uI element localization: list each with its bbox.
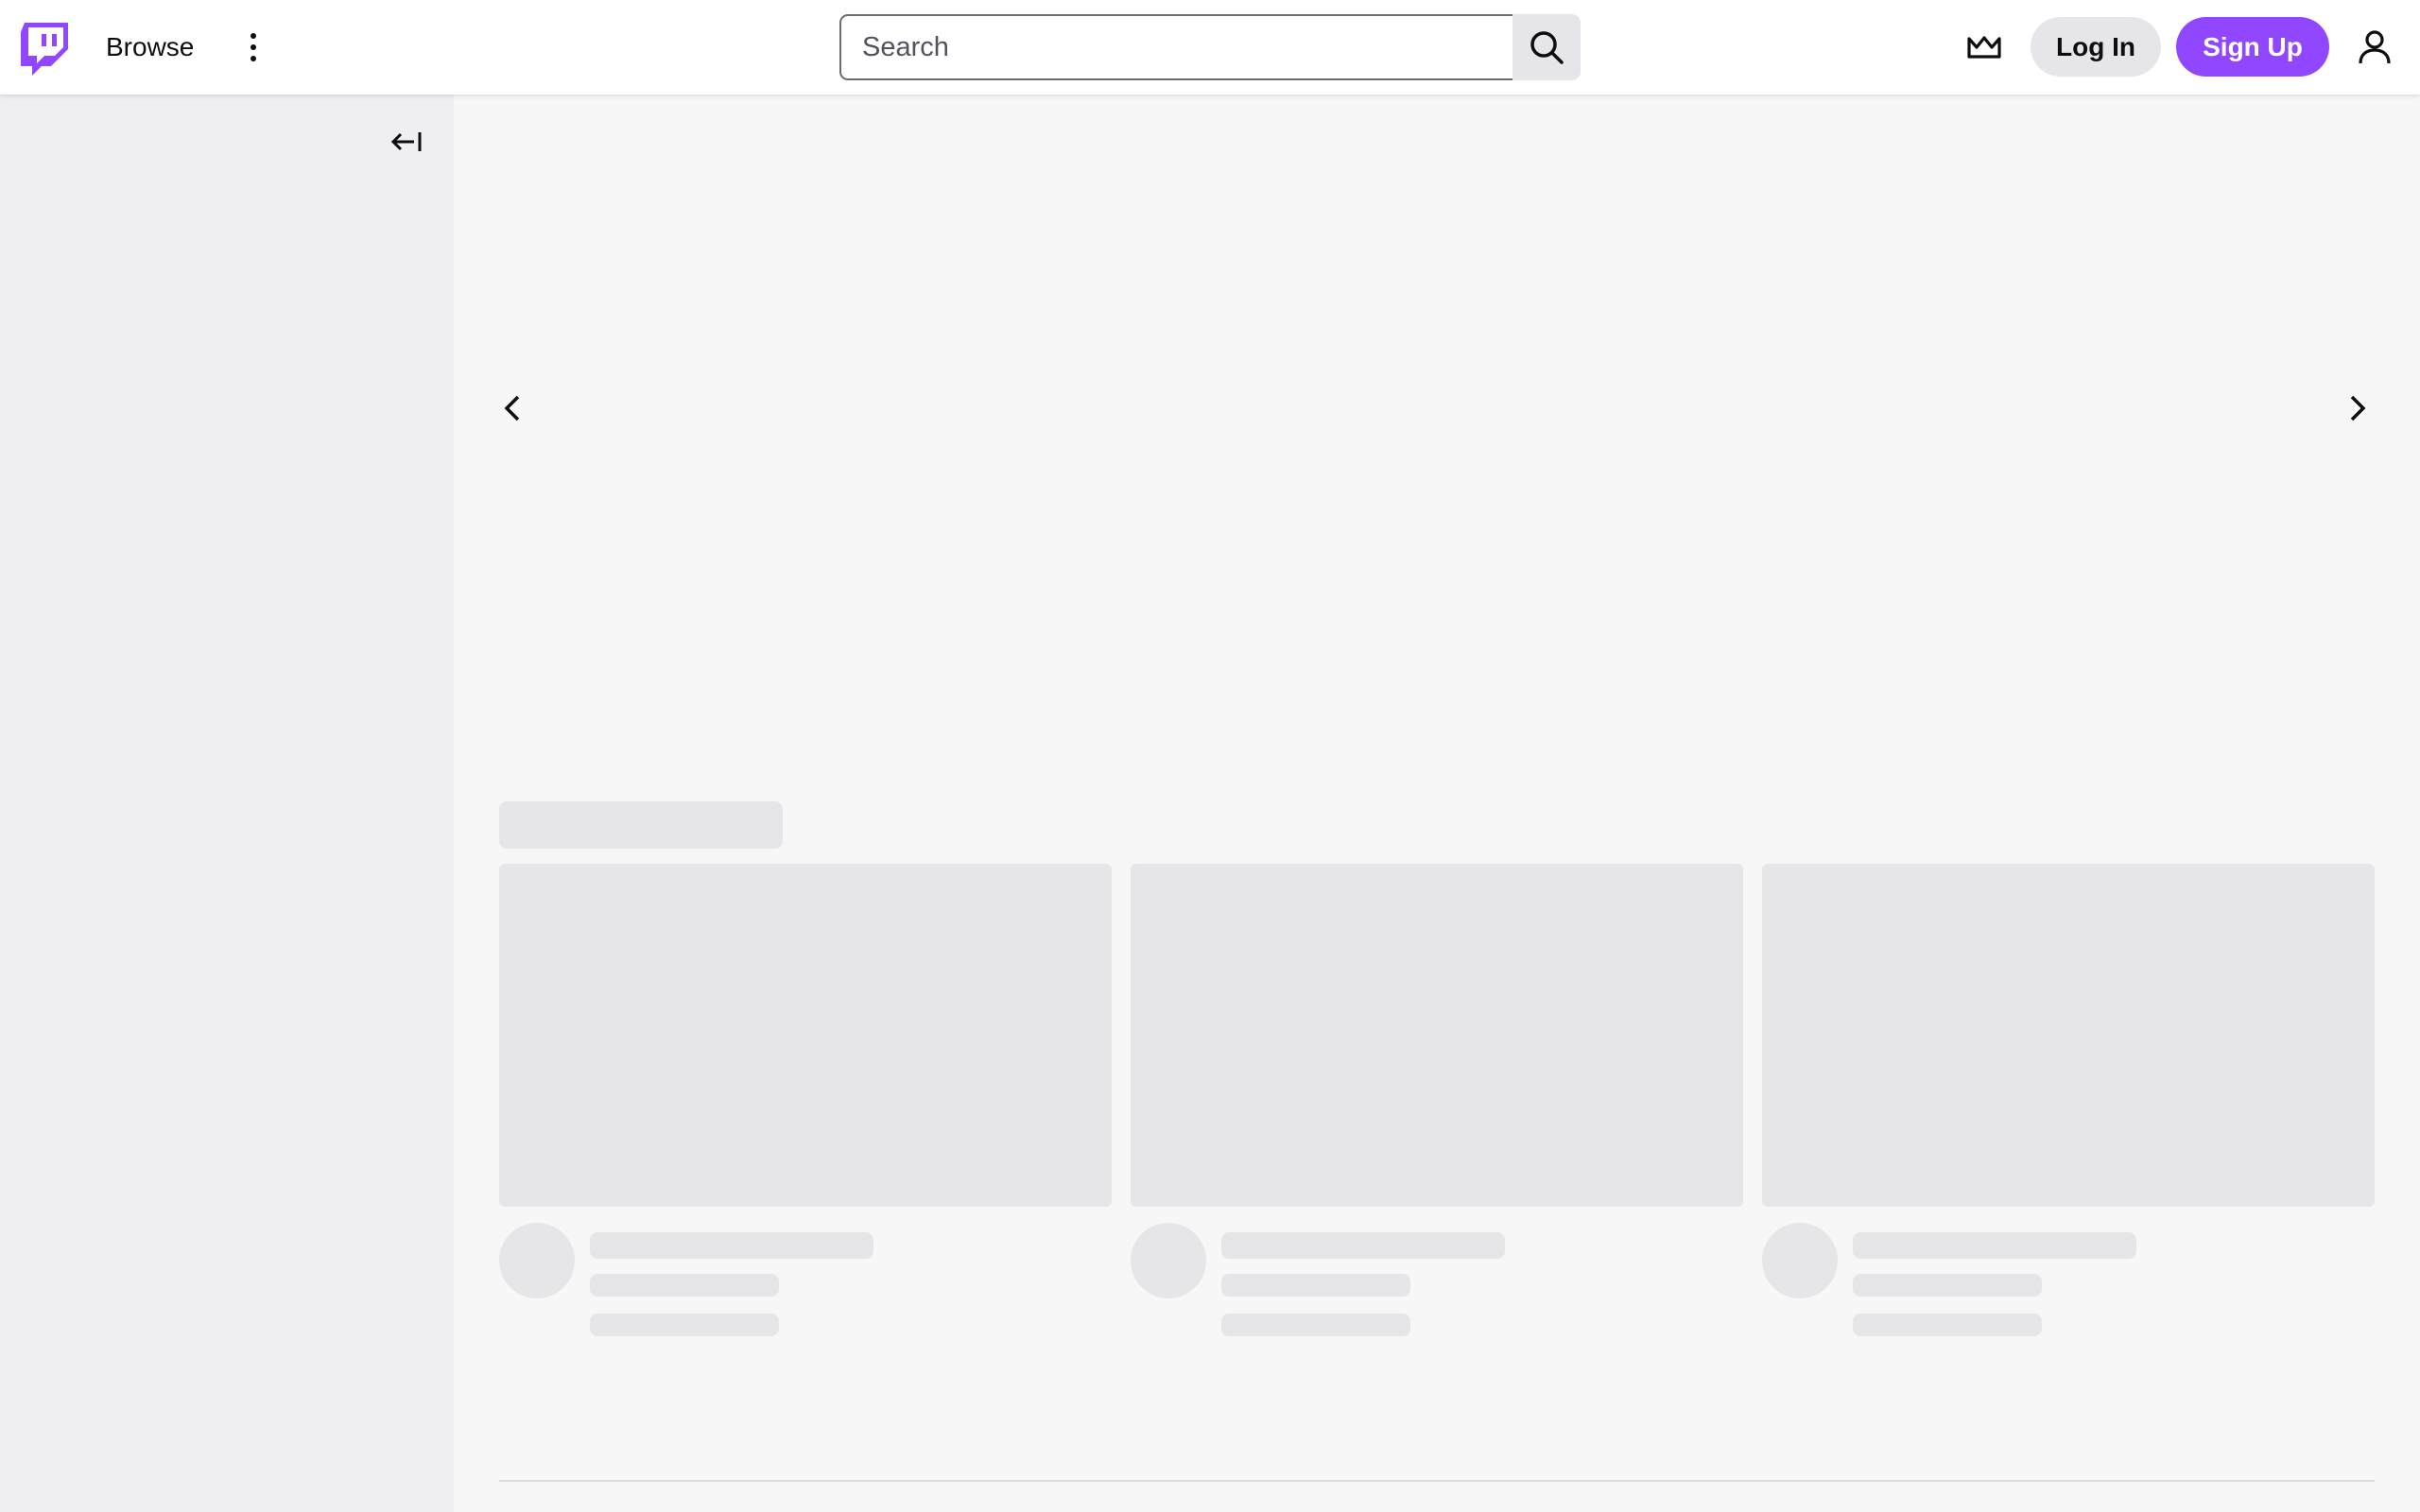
- section-divider: [499, 1480, 2375, 1482]
- stream-card-placeholder: [1131, 864, 1743, 1336]
- text-line-placeholder: [1221, 1314, 1410, 1336]
- main-content: [454, 94, 2420, 1512]
- stream-card-placeholder: [499, 864, 1112, 1336]
- avatar-placeholder: [1131, 1223, 1206, 1298]
- user-icon: [2359, 30, 2391, 64]
- search-input[interactable]: [841, 16, 1512, 78]
- search-button[interactable]: [1512, 14, 1581, 80]
- collapse-sidebar-button[interactable]: [386, 121, 427, 163]
- text-line-placeholder: [1221, 1232, 1505, 1259]
- chevron-right-icon: [2350, 395, 2366, 421]
- text-line-placeholder: [590, 1274, 779, 1297]
- text-line-placeholder: [1853, 1314, 2042, 1336]
- text-line-placeholder: [590, 1232, 873, 1259]
- browse-link[interactable]: Browse: [106, 30, 194, 64]
- stream-card-placeholder: [1762, 864, 2375, 1336]
- side-nav: [0, 94, 454, 1512]
- chevron-left-icon: [504, 395, 520, 421]
- user-menu-button[interactable]: [2354, 26, 2395, 68]
- thumbnail-placeholder: [1762, 864, 2375, 1207]
- thumbnail-placeholder: [499, 864, 1112, 1207]
- collapse-left-icon: [390, 132, 422, 151]
- search-field[interactable]: [839, 14, 1512, 80]
- text-line-placeholder: [1853, 1274, 2042, 1297]
- twitch-logo-icon[interactable]: [21, 23, 68, 76]
- text-line-placeholder: [590, 1314, 779, 1336]
- kebab-menu-icon[interactable]: [242, 28, 265, 66]
- avatar-placeholder: [499, 1223, 575, 1298]
- sign-up-button[interactable]: Sign Up: [2176, 17, 2329, 77]
- avatar-placeholder: [1762, 1223, 1838, 1298]
- text-line-placeholder: [1221, 1274, 1410, 1297]
- text-line-placeholder: [1853, 1232, 2136, 1259]
- crown-icon: [1967, 36, 2001, 59]
- carousel-next-button[interactable]: [2339, 385, 2377, 432]
- prime-crown-button[interactable]: [1964, 28, 2004, 66]
- thumbnail-placeholder: [1131, 864, 1743, 1207]
- top-nav: Browse Log In Sign Up: [0, 0, 2420, 94]
- log-in-button[interactable]: Log In: [2031, 17, 2161, 77]
- section-title-placeholder: [499, 801, 783, 849]
- search-icon: [1530, 31, 1564, 64]
- carousel-prev-button[interactable]: [493, 385, 531, 432]
